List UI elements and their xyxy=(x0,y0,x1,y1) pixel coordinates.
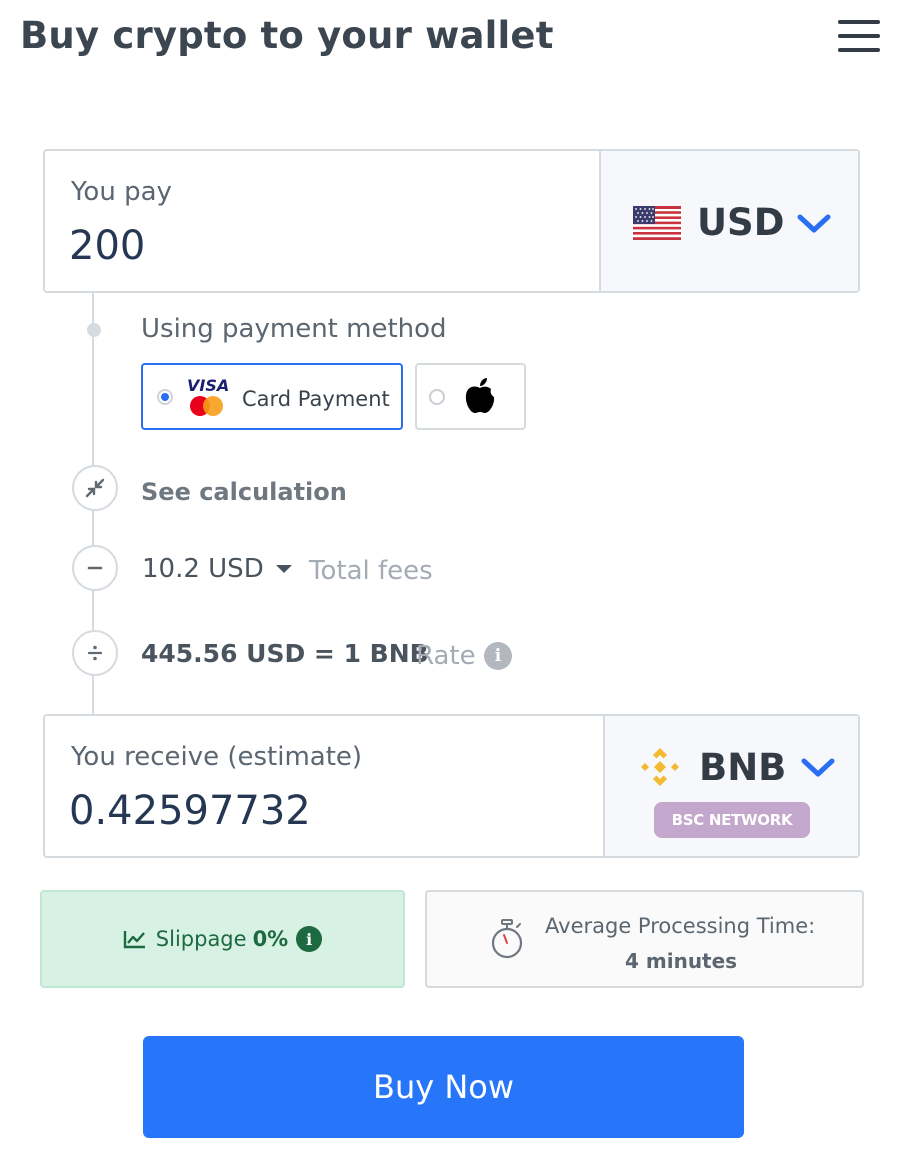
processing-time-label: Average Processing Time: xyxy=(545,914,816,938)
timeline-dot xyxy=(87,323,101,337)
processing-time-panel: Average Processing Time: 4 minutes xyxy=(425,890,864,988)
payment-method-label: Using payment method xyxy=(141,314,447,344)
pay-amount-section[interactable]: You pay 200 xyxy=(45,151,595,291)
total-fees-value: 10.2 USD xyxy=(142,554,264,584)
minus-icon xyxy=(72,545,118,591)
us-flag-icon xyxy=(633,205,681,240)
receive-amount-section: You receive (estimate) 0.42597732 xyxy=(45,716,599,856)
exchange-rate-value: 445.56 USD = 1 BNB xyxy=(141,639,429,668)
receive-label: You receive (estimate) xyxy=(71,742,363,772)
bnb-icon xyxy=(641,748,679,786)
pay-amount-box: You pay 200 USD xyxy=(43,149,860,293)
apple-pay-radio[interactable] xyxy=(429,389,445,405)
see-calculation-link[interactable]: See calculation xyxy=(141,478,347,506)
card-payment-label: Card Payment xyxy=(242,387,390,411)
apple-icon xyxy=(465,378,495,413)
receive-currency-selector[interactable]: BNB BSC NETWORK xyxy=(603,716,858,856)
pay-amount-input[interactable]: 200 xyxy=(69,223,145,269)
apple-pay-option[interactable] xyxy=(415,363,526,430)
visa-mastercard-icon: VISA xyxy=(187,376,229,416)
divide-icon xyxy=(72,630,118,676)
hamburger-menu-icon[interactable] xyxy=(838,20,880,52)
receive-amount-box: You receive (estimate) 0.42597732 BNB BS… xyxy=(43,714,860,858)
card-payment-radio[interactable] xyxy=(157,389,173,405)
slippage-info-icon[interactable]: i xyxy=(296,926,323,952)
buy-now-button[interactable]: Buy Now xyxy=(143,1036,744,1138)
slippage-value: 0% xyxy=(252,927,289,951)
network-badge: BSC NETWORK xyxy=(654,802,810,838)
slippage-panel: Slippage 0% i xyxy=(40,890,405,988)
rate-info-icon[interactable]: i xyxy=(484,642,512,670)
total-fees-label: Total fees xyxy=(309,556,433,586)
collapse-calculation-icon[interactable] xyxy=(72,465,118,511)
processing-time-value: 4 minutes xyxy=(625,949,738,973)
svg-text:VISA: VISA xyxy=(187,376,229,395)
pay-currency-code: USD xyxy=(697,201,785,244)
pay-currency-selector[interactable]: USD xyxy=(599,151,858,291)
pay-label: You pay xyxy=(71,177,172,207)
chevron-down-icon xyxy=(801,758,835,777)
receive-currency-code: BNB xyxy=(699,745,787,789)
page-title: Buy crypto to your wallet xyxy=(20,14,554,57)
total-fees-dropdown[interactable]: 10.2 USD xyxy=(142,554,294,584)
stopwatch-icon xyxy=(491,919,523,959)
chevron-down-icon xyxy=(797,214,831,232)
caret-down-icon xyxy=(275,565,292,573)
exchange-rate-label: Rate xyxy=(416,641,476,671)
slippage-label: Slippage xyxy=(155,927,247,951)
card-payment-option[interactable]: VISA Card Payment xyxy=(141,363,403,430)
chart-trend-icon xyxy=(123,931,145,949)
receive-amount-value: 0.42597732 xyxy=(69,788,311,834)
